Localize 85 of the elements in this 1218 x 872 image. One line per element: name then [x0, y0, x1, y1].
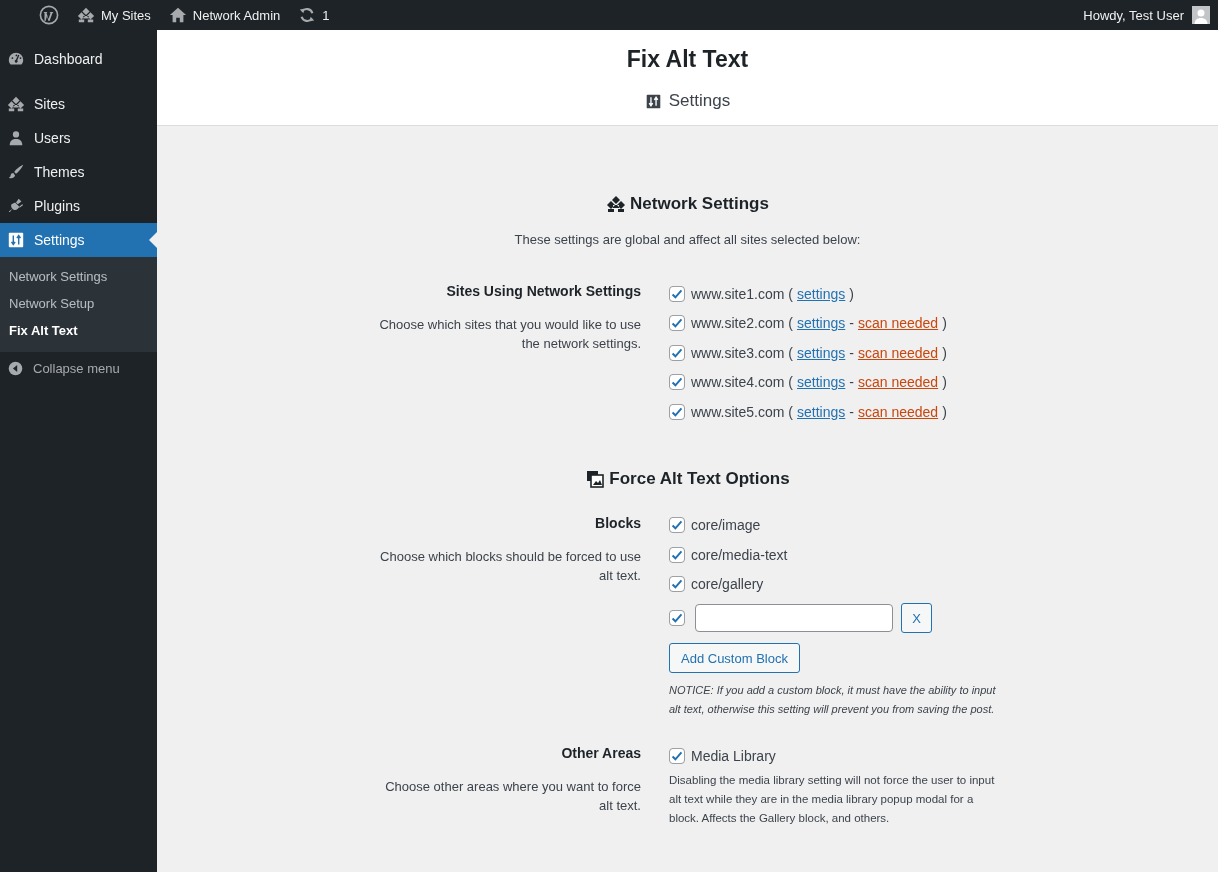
section-intro: These settings are global and affect all sites selected below:	[514, 232, 861, 247]
checkbox[interactable]	[669, 546, 685, 563]
option-label: core/image	[691, 517, 761, 534]
remove-button[interactable]: X	[901, 603, 932, 633]
user-icon	[7, 129, 25, 147]
parenthesis: )	[942, 315, 947, 332]
option-label: core/gallery	[691, 576, 764, 593]
menu-item[interactable]: Users	[0, 121, 157, 155]
plug-icon	[7, 197, 25, 215]
parenthesis: (	[788, 344, 794, 361]
parenthesis: (	[788, 403, 794, 420]
parenthesis: )	[942, 344, 947, 361]
add-custom-block-button[interactable]: Add Custom Block	[669, 643, 800, 673]
site-name: www.site5.com	[691, 403, 785, 420]
scan-needed-link[interactable]: scan needed	[857, 344, 939, 361]
refresh-icon	[298, 6, 317, 24]
field-description: Choose which sites that you would like to use the network settings.	[378, 316, 641, 353]
notice-text: NOTICE: If you add a custom block, it must have the ability to input alt text, otherwise this setting will prevent you from saving the post.	[669, 683, 997, 717]
parenthesis: )	[942, 374, 947, 391]
checkbox[interactable]	[669, 576, 685, 593]
field-description: Choose which blocks should be forced to use alt text.	[379, 547, 641, 585]
checkbox[interactable]	[669, 344, 685, 361]
scan-needed-link[interactable]: scan needed	[857, 315, 939, 332]
submenu-item[interactable]: Network Settings	[0, 263, 157, 290]
site-name: www.site1.com	[691, 285, 785, 302]
sliders-icon	[644, 92, 662, 110]
settings-link[interactable]: settings	[797, 403, 846, 420]
collapse-menu-button[interactable]: Collapse menu	[0, 352, 157, 385]
checkbox[interactable]	[669, 610, 685, 626]
field-label: Other Areas	[560, 744, 641, 761]
images-icon	[585, 468, 606, 489]
menu-item[interactable]: Settings	[0, 223, 157, 257]
site-name: www.site4.com	[691, 374, 785, 391]
menu-item[interactable]: Sites	[0, 87, 157, 121]
parenthesis: (	[788, 285, 794, 302]
settings-tab[interactable]: Settings	[644, 91, 731, 111]
avatar-icon	[1192, 6, 1210, 24]
checkbox[interactable]	[669, 285, 685, 302]
settings-link[interactable]: settings	[797, 315, 846, 332]
menu-item[interactable]: Plugins	[0, 189, 157, 223]
scan-needed-link[interactable]: scan needed	[857, 403, 939, 420]
home-icon	[168, 6, 187, 24]
settings-link[interactable]: settings	[797, 374, 846, 391]
option-label: Media Library	[691, 747, 776, 764]
submenu-item[interactable]: Fix Alt Text	[0, 317, 157, 344]
network-admin-link[interactable]: Network Admin	[168, 6, 281, 24]
separator: -	[849, 315, 854, 332]
houses-icon	[7, 95, 25, 113]
checkbox[interactable]	[669, 517, 685, 534]
custom-block-field[interactable]	[695, 604, 893, 632]
field-label: Sites Using Network Settings	[445, 282, 641, 299]
parenthesis: (	[788, 315, 794, 332]
field-label: Blocks	[594, 513, 641, 531]
page-title: Fix Alt Text	[626, 46, 749, 73]
submenu-item[interactable]: Network Setup	[0, 290, 157, 317]
checkbox[interactable]	[669, 403, 685, 420]
houses-icon	[606, 194, 627, 214]
parenthesis: )	[942, 403, 947, 420]
settings-link[interactable]: settings	[797, 344, 846, 361]
checkbox[interactable]	[669, 374, 685, 391]
parenthesis: )	[849, 285, 854, 302]
section-heading: Network Settings	[630, 194, 769, 214]
scan-needed-link[interactable]: scan needed	[857, 374, 939, 391]
separator: -	[849, 344, 854, 361]
section-heading: Force Alt Text Options	[609, 468, 790, 489]
option-help: Disabling the media library setting will not force the user to input alt text while they are in the media library popup modal for a block. Affects the Gallery block, and others.	[669, 772, 996, 826]
my-sites-link[interactable]: My Sites	[77, 6, 151, 24]
account-link[interactable]: Howdy, Test User	[1083, 6, 1210, 24]
parenthesis: (	[788, 374, 794, 391]
houses-icon	[77, 6, 95, 24]
paintbrush-icon	[7, 163, 25, 181]
menu-item[interactable]: Themes	[0, 155, 157, 189]
menu-item[interactable]: Dashboard	[0, 42, 157, 76]
checkbox[interactable]	[669, 747, 685, 764]
field-description: Choose other areas where you want to force alt text.	[384, 778, 641, 815]
checkbox[interactable]	[669, 315, 685, 332]
site-name: www.site2.com	[691, 315, 785, 332]
settings-link[interactable]: settings	[797, 285, 846, 302]
sliders-icon	[7, 231, 25, 249]
separator: -	[849, 403, 854, 420]
site-name: www.site3.com	[691, 344, 785, 361]
separator: -	[849, 374, 854, 391]
updates-link[interactable]: 1	[298, 6, 330, 24]
wordpress-logo-icon[interactable]	[39, 5, 59, 25]
option-label: core/media-text	[691, 546, 788, 563]
